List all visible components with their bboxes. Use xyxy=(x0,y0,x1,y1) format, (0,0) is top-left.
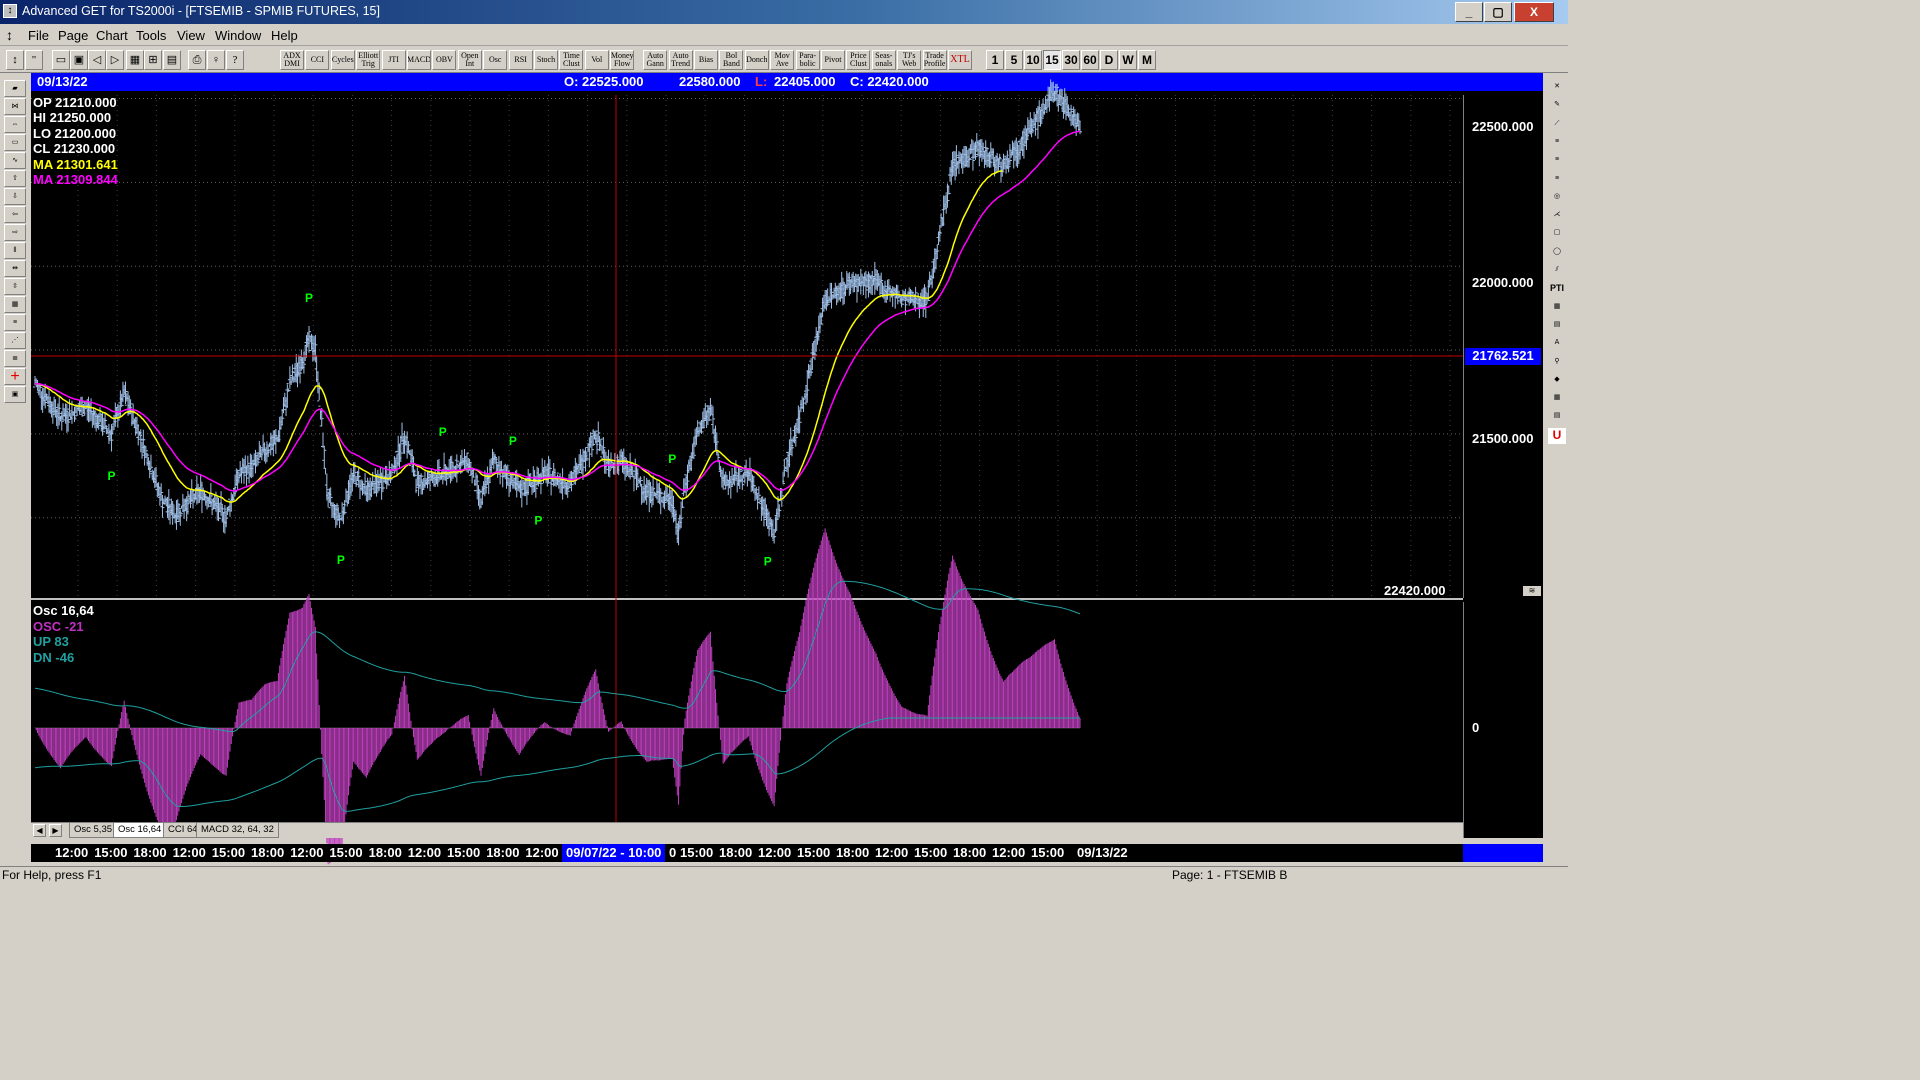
time-label: 18:00 xyxy=(133,845,167,860)
legend-low: LO 21200.000 xyxy=(33,126,117,141)
osc-zero-label: 0 xyxy=(1472,720,1480,735)
osc-dn: DN -46 xyxy=(33,650,75,665)
time-label: 12:00 xyxy=(992,845,1026,860)
time-label: 12:00 xyxy=(525,845,559,860)
time-axis-corner xyxy=(1463,844,1543,862)
osc-title: Osc 16,64 xyxy=(33,603,94,618)
price-label-22500: 22500.000 xyxy=(1472,119,1534,134)
cursor-time-label: 09/07/22 - 10:00 xyxy=(562,844,666,862)
time-label: 15:00 xyxy=(447,845,481,860)
pivot-marker: P xyxy=(439,425,447,439)
osc-up-line xyxy=(34,580,1081,732)
time-label: 15:00 xyxy=(329,845,363,860)
time-label: 12:00 xyxy=(172,845,206,860)
price-label-21500: 21500.000 xyxy=(1472,431,1534,446)
last-price-label: 22420.000 xyxy=(1384,583,1446,598)
tab-macd[interactable]: MACD 32, 64, 32 xyxy=(196,823,279,838)
legend-open: OP 21210.000 xyxy=(33,95,117,110)
pivot-marker: P xyxy=(764,555,772,569)
time-label: 12:00 xyxy=(407,845,442,860)
time-label: 12:00 xyxy=(758,845,792,860)
pivot-marker: P xyxy=(107,469,115,483)
time-label: 18:00 xyxy=(953,845,987,860)
cursor-price-label: 21762.521 xyxy=(1465,348,1541,365)
scale-icon[interactable]: ≋ xyxy=(1523,586,1541,596)
pivot-marker: P xyxy=(305,291,313,305)
time-label: 0 xyxy=(669,845,677,860)
ma-fast-line xyxy=(34,170,1003,503)
status-bar: For Help, press F1 Page: 1 - FTSEMIB B xyxy=(0,866,1568,882)
time-label: 15:00 xyxy=(680,845,714,860)
pivot-marker: P xyxy=(509,434,517,448)
time-label: 15:00 xyxy=(797,845,831,860)
legend-close: CL 21230.000 xyxy=(33,141,116,156)
time-label: 18:00 xyxy=(251,845,285,860)
indicator-tab-bar: ◀ ▶ Osc 5,35 Osc 16,64 CCI 64 MACD 32, 6… xyxy=(31,822,1463,838)
pivot-marker: P xyxy=(668,452,676,466)
osc-value: OSC -21 xyxy=(33,619,84,634)
legend-ma-fast: MA 21301.641 xyxy=(33,157,118,172)
time-label: 12:00 xyxy=(875,845,909,860)
time-label: 18:00 xyxy=(836,845,870,860)
time-label: 12:00 xyxy=(290,845,324,860)
tab-prev-icon[interactable]: ◀ xyxy=(33,824,46,837)
time-label: 12:00 xyxy=(55,845,89,860)
legend-ma-slow: MA 21309.844 xyxy=(33,172,118,187)
tab-osc-16-64[interactable]: Osc 16,64 xyxy=(113,823,167,838)
price-chart-svg[interactable]: P P P P P P P P xyxy=(0,0,1568,882)
time-axis[interactable]: 12:00 15:00 18:00 12:00 15:00 18:00 12:00 15:00… xyxy=(31,844,1543,862)
status-help: For Help, press F1 xyxy=(2,868,102,882)
time-label: 18:00 xyxy=(368,845,402,860)
tab-next-icon[interactable]: ▶ xyxy=(49,824,62,837)
time-label: 15:00 xyxy=(211,845,246,860)
time-label: 18:00 xyxy=(486,845,520,860)
time-end-date: 09/13/22 xyxy=(1077,845,1128,860)
time-label: 15:00 xyxy=(94,845,128,860)
osc-up: UP 83 xyxy=(33,634,69,649)
pivot-marker: P xyxy=(534,513,542,527)
time-label: 15:00 xyxy=(914,845,948,860)
tab-osc-5-35[interactable]: Osc 5,35 xyxy=(69,823,118,838)
time-label: 18:00 xyxy=(719,845,753,860)
time-label: 15:00 xyxy=(1031,845,1065,860)
price-label-22000: 22000.000 xyxy=(1472,275,1534,290)
status-page: Page: 1 - FTSEMIB B xyxy=(1172,868,1288,882)
pivot-marker: P xyxy=(337,553,345,567)
legend-high: HI 21250.000 xyxy=(33,110,112,125)
